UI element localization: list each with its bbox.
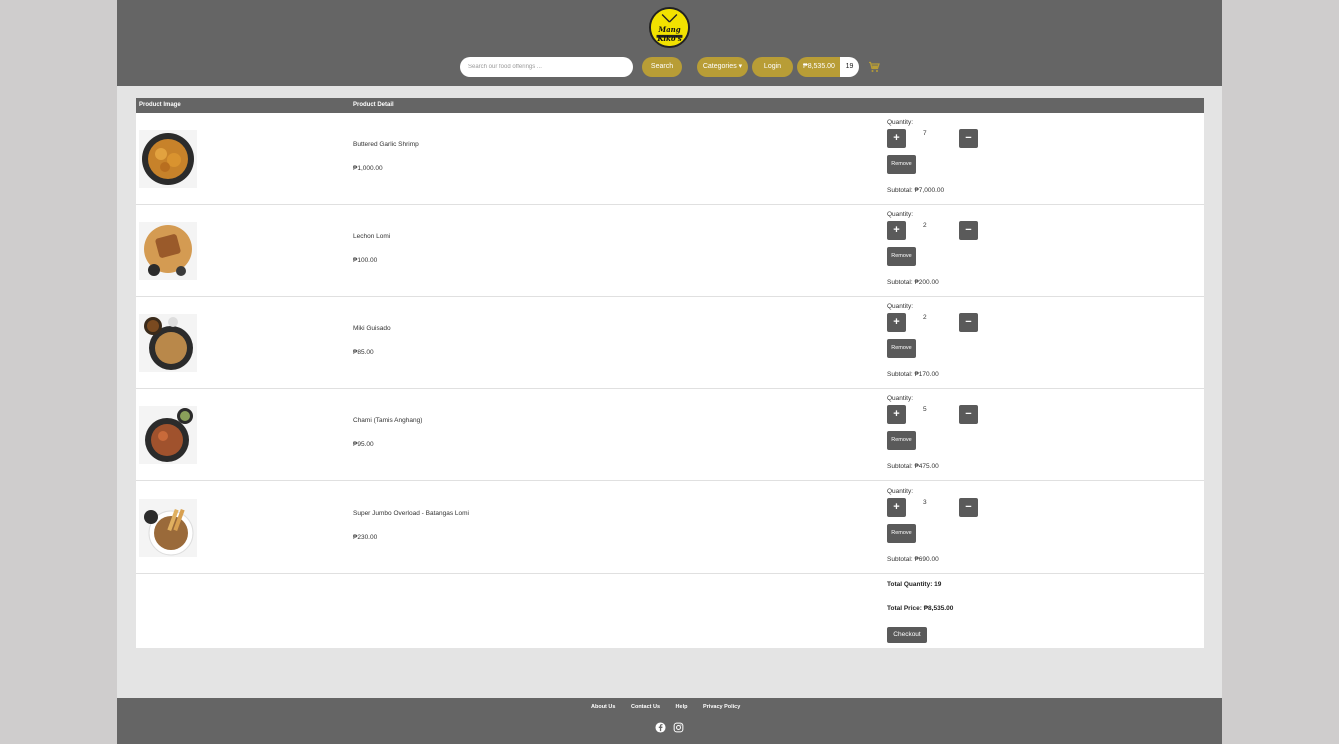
product-image <box>139 222 197 280</box>
decrease-quantity-button[interactable]: − <box>959 405 978 424</box>
product-name: Super Jumbo Overload - Batangas Lomi <box>353 510 469 517</box>
cart-total-badge[interactable]: ₱8,535.00 <box>797 57 841 77</box>
footer: About Us Contact Us Help Privacy Policy <box>117 698 1222 744</box>
search-button[interactable]: Search <box>642 57 682 77</box>
footer-link-help[interactable]: Help <box>676 704 688 710</box>
quantity-label: Quantity: <box>887 488 914 495</box>
quantity-value: 5 <box>923 406 927 413</box>
product-image <box>139 406 197 464</box>
table-header: Product Image Product Detail <box>136 98 1204 113</box>
logo[interactable]: Mang Kiko's <box>649 7 690 48</box>
column-header-detail: Product Detail <box>353 102 394 108</box>
product-price: ₱95.00 <box>353 441 374 448</box>
total-price: Total Price: ₱8,535.00 <box>887 605 954 612</box>
column-header-image: Product Image <box>139 102 181 108</box>
product-image <box>139 499 197 557</box>
food-image-icon <box>139 314 197 372</box>
table-row: Buttered Garlic Shrimp ₱1,000.00 Quantit… <box>136 113 1204 205</box>
food-image-icon <box>139 222 197 280</box>
food-image-icon <box>139 406 197 464</box>
product-price: ₱100.00 <box>353 257 378 264</box>
increase-quantity-button[interactable]: + <box>887 129 906 148</box>
item-subtotal: Subtotal: ₱170.00 <box>887 371 939 378</box>
checkout-button[interactable]: Checkout <box>887 627 927 643</box>
item-subtotal: Subtotal: ₱690.00 <box>887 556 939 563</box>
increase-quantity-button[interactable]: + <box>887 498 906 517</box>
table-row: Miki Guisado ₱85.00 Quantity: + 2 − Remo… <box>136 297 1204 389</box>
product-price: ₱230.00 <box>353 534 378 541</box>
product-name: Miki Guisado <box>353 325 391 332</box>
login-button[interactable]: Login <box>752 57 793 77</box>
search-input[interactable] <box>460 57 633 77</box>
quantity-label: Quantity: <box>887 211 914 218</box>
product-price: ₱85.00 <box>353 349 374 356</box>
remove-item-button[interactable]: Remove <box>887 339 916 358</box>
total-quantity: Total Quantity: 19 <box>887 581 942 588</box>
item-subtotal: Subtotal: ₱475.00 <box>887 463 939 470</box>
quantity-value: 3 <box>923 499 927 506</box>
quantity-value: 2 <box>923 222 927 229</box>
item-subtotal: Subtotal: ₱7,000.00 <box>887 187 945 194</box>
decrease-quantity-button[interactable]: − <box>959 498 978 517</box>
quantity-value: 7 <box>923 130 927 137</box>
remove-item-button[interactable]: Remove <box>887 247 916 266</box>
product-image <box>139 130 197 188</box>
cart-count-badge[interactable]: 19 <box>840 57 859 77</box>
footer-links: About Us Contact Us Help Privacy Policy <box>591 704 754 710</box>
table-row: Super Jumbo Overload - Batangas Lomi ₱23… <box>136 482 1204 574</box>
quantity-label: Quantity: <box>887 395 914 402</box>
increase-quantity-button[interactable]: + <box>887 405 906 424</box>
decrease-quantity-button[interactable]: − <box>959 221 978 240</box>
footer-link-privacy[interactable]: Privacy Policy <box>703 704 740 710</box>
decrease-quantity-button[interactable]: − <box>959 313 978 332</box>
quantity-label: Quantity: <box>887 303 914 310</box>
product-name: Lechon Lomi <box>353 233 391 240</box>
quantity-value: 2 <box>923 314 927 321</box>
food-image-icon <box>139 130 197 188</box>
footer-link-contact[interactable]: Contact Us <box>631 704 660 710</box>
increase-quantity-button[interactable]: + <box>887 313 906 332</box>
logo-text: Mang Kiko's <box>657 25 682 43</box>
remove-item-button[interactable]: Remove <box>887 524 916 543</box>
item-subtotal: Subtotal: ₱200.00 <box>887 279 939 286</box>
remove-item-button[interactable]: Remove <box>887 155 916 174</box>
header-bar: Mang Kiko's Search Categories ▾ Login ₱8… <box>117 0 1222 86</box>
table-row: Chami (Tamis Anghang) ₱95.00 Quantity: +… <box>136 389 1204 481</box>
table-row: Lechon Lomi ₱100.00 Quantity: + 2 − Remo… <box>136 205 1204 297</box>
increase-quantity-button[interactable]: + <box>887 221 906 240</box>
quantity-label: Quantity: <box>887 119 914 126</box>
food-image-icon <box>139 499 197 557</box>
facebook-icon[interactable] <box>655 722 666 733</box>
page-container: Mang Kiko's Search Categories ▾ Login ₱8… <box>117 0 1222 744</box>
categories-dropdown-button[interactable]: Categories ▾ <box>697 57 748 77</box>
cart-summary: Total Quantity: 19 Total Price: ₱8,535.0… <box>136 575 1204 648</box>
remove-item-button[interactable]: Remove <box>887 431 916 450</box>
product-price: ₱1,000.00 <box>353 165 383 172</box>
cart-icon[interactable] <box>868 61 880 73</box>
instagram-icon[interactable] <box>673 722 684 733</box>
product-name: Buttered Garlic Shrimp <box>353 141 419 148</box>
decrease-quantity-button[interactable]: − <box>959 129 978 148</box>
cart-table: Product Image Product Detail Buttered Ga… <box>136 98 1204 648</box>
product-image <box>139 314 197 372</box>
product-name: Chami (Tamis Anghang) <box>353 417 423 424</box>
footer-link-about[interactable]: About Us <box>591 704 615 710</box>
